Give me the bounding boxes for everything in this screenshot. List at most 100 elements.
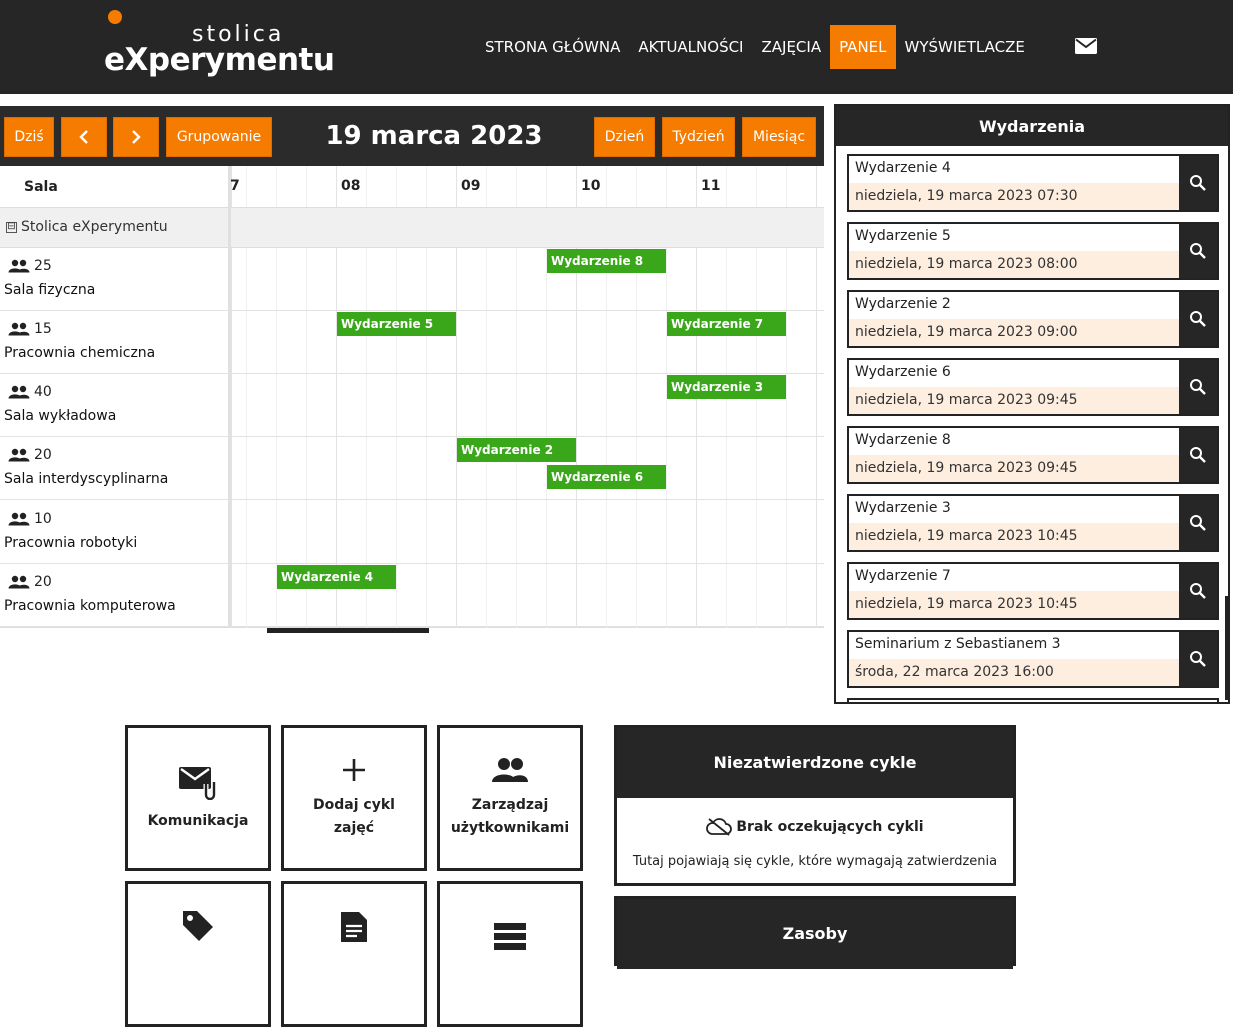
room-name: Pracownia chemiczna [4, 345, 156, 361]
calendar-date-title: 19 marca 2023 [325, 121, 543, 151]
event-card-date: niedziela, 19 marca 2023 09:00 [849, 319, 1181, 346]
scheduler: Dziś Grupowanie 19 marca 2023 Dzień Tydz… [0, 106, 824, 634]
time-header: 7 08 09 10 11 [228, 166, 824, 208]
add-cycle-tile[interactable]: Dodaj cykl zajęć [281, 725, 427, 871]
event-search-button[interactable] [1179, 428, 1217, 482]
search-icon [1190, 243, 1206, 259]
grouping-button[interactable]: Grupowanie [166, 117, 272, 157]
prev-button[interactable] [61, 117, 107, 157]
room-name: Sala interdyscyplinarna [4, 471, 169, 487]
envelope-icon[interactable] [1075, 38, 1097, 54]
tag-icon [183, 911, 213, 941]
resource-column-header: Sala [0, 166, 228, 208]
today-button[interactable]: Dziś [4, 117, 54, 157]
scheduler-toolbar: Dziś Grupowanie 19 marca 2023 Dzień Tydz… [0, 106, 824, 166]
event-search-button[interactable] [1179, 360, 1217, 414]
capacity-value: 15 [34, 321, 52, 337]
logo[interactable]: stolica eXperymentu [104, 8, 335, 86]
users-icon [8, 322, 30, 336]
nav-classes[interactable]: ZAJĘCIA [752, 25, 830, 69]
calendar-event[interactable]: Wydarzenie 6 [547, 465, 666, 489]
capacity: 15 [8, 321, 52, 337]
horizontal-scrollbar[interactable] [267, 628, 429, 633]
scheduler-grid: Sala 7 08 09 10 11 ⊟ Stolica eXperymentu … [0, 166, 824, 628]
resource-row: 20 Pracownia komputerowa [0, 564, 824, 627]
users-icon [492, 758, 528, 782]
event-search-button[interactable] [1179, 292, 1217, 346]
view-week-button[interactable]: Tydzień [662, 117, 735, 157]
capacity: 40 [8, 384, 52, 400]
search-icon [1190, 651, 1206, 667]
calendar-event[interactable]: Wydarzenie 5 [337, 312, 456, 336]
nav-home[interactable]: STRONA GŁÓWNA [476, 25, 629, 69]
event-search-button[interactable] [1179, 632, 1217, 686]
event-card-title: Wydarzenie 7 [855, 568, 951, 584]
documents-tile[interactable] [281, 881, 427, 1027]
event-search-button[interactable] [1179, 156, 1217, 210]
event-card[interactable]: Wydarzenie 6 niedziela, 19 marca 2023 09:… [847, 358, 1219, 416]
event-card-partial[interactable] [847, 698, 1219, 702]
users-icon [8, 385, 30, 399]
event-card-title: Wydarzenie 4 [855, 160, 951, 176]
search-icon [1190, 379, 1206, 395]
event-search-button[interactable] [1179, 564, 1217, 618]
room-name: Pracownia robotyki [4, 535, 138, 551]
view-day-button[interactable]: Dzień [594, 117, 655, 157]
empty-state-description: Tutaj pojawiają się cykle, które wymagaj… [632, 854, 998, 869]
users-icon [8, 575, 30, 589]
collapse-icon[interactable]: ⊟ [6, 221, 17, 233]
hour-label: 11 [701, 178, 721, 194]
capacity-value: 25 [34, 258, 52, 274]
search-icon [1190, 311, 1206, 327]
manage-users-tile[interactable]: Zarządzaj użytkownikami [437, 725, 583, 871]
room-name: Sala fizyczna [4, 282, 96, 298]
calendar-event[interactable]: Wydarzenie 7 [667, 312, 786, 336]
event-card-title: Wydarzenie 5 [855, 228, 951, 244]
event-card[interactable]: Wydarzenie 2 niedziela, 19 marca 2023 09:… [847, 290, 1219, 348]
communication-tile[interactable]: Komunikacja [125, 725, 271, 871]
calendar-event[interactable]: Wydarzenie 3 [667, 375, 786, 399]
view-month-button[interactable]: Miesiąc [742, 117, 816, 157]
calendar-event[interactable]: Wydarzenie 2 [457, 438, 576, 462]
chevron-left-icon [79, 130, 88, 144]
event-card-title: Wydarzenie 2 [855, 296, 951, 312]
capacity: 25 [8, 258, 52, 274]
events-scrollbar[interactable] [1225, 596, 1229, 700]
tags-tile[interactable] [125, 881, 271, 1027]
tile-label: Dodaj cykl zajęć [313, 797, 395, 836]
users-icon [8, 448, 30, 462]
event-card[interactable]: Wydarzenie 7 niedziela, 19 marca 2023 10:… [847, 562, 1219, 620]
nav-panel[interactable]: PANEL [830, 25, 896, 69]
event-card[interactable]: Seminarium z Sebastianem 3 środa, 22 marc… [847, 630, 1219, 688]
capacity: 20 [8, 574, 52, 590]
unapproved-cycles-title: Niezatwierdzone cykle [617, 728, 1013, 798]
event-card[interactable]: Wydarzenie 5 niedziela, 19 marca 2023 08:… [847, 222, 1219, 280]
search-icon [1190, 515, 1206, 531]
tile-label: Zarządzaj użytkownikami [450, 797, 570, 836]
calendar-event[interactable]: Wydarzenie 8 [547, 249, 666, 273]
event-card-date: niedziela, 19 marca 2023 09:45 [849, 387, 1181, 414]
event-card[interactable]: Wydarzenie 4 niedziela, 19 marca 2023 07:… [847, 154, 1219, 212]
events-panel-title: Wydarzenia [836, 106, 1228, 146]
tile-label: Komunikacja [147, 812, 249, 829]
resource-group-row[interactable]: ⊟ Stolica eXperymentu [0, 208, 824, 248]
empty-state-title: Brak oczekujących cykli [736, 819, 924, 835]
column-separator [228, 166, 231, 628]
resources-title: Zasoby [617, 899, 1013, 969]
event-search-button[interactable] [1179, 224, 1217, 278]
next-button[interactable] [113, 117, 159, 157]
capacity-value: 20 [34, 574, 52, 590]
nav-news[interactable]: AKTUALNOŚCI [629, 25, 752, 69]
mail-attachment-icon [179, 766, 217, 800]
calendar-event[interactable]: Wydarzenie 4 [277, 565, 396, 589]
event-card[interactable]: Wydarzenie 8 niedziela, 19 marca 2023 09:… [847, 426, 1219, 484]
event-card-date: niedziela, 19 marca 2023 09:45 [849, 455, 1181, 482]
search-icon [1190, 175, 1206, 191]
resource-group-label: ⊟ Stolica eXperymentu [6, 219, 168, 235]
event-card-date: środa, 22 marca 2023 16:00 [849, 659, 1181, 686]
list-tile[interactable] [437, 881, 583, 1027]
event-search-button[interactable] [1179, 496, 1217, 550]
nav-displays[interactable]: WYŚWIETLACZE [896, 25, 1034, 69]
event-card[interactable]: Wydarzenie 3 niedziela, 19 marca 2023 10:… [847, 494, 1219, 552]
resource-row: 10 Pracownia robotyki [0, 501, 824, 564]
